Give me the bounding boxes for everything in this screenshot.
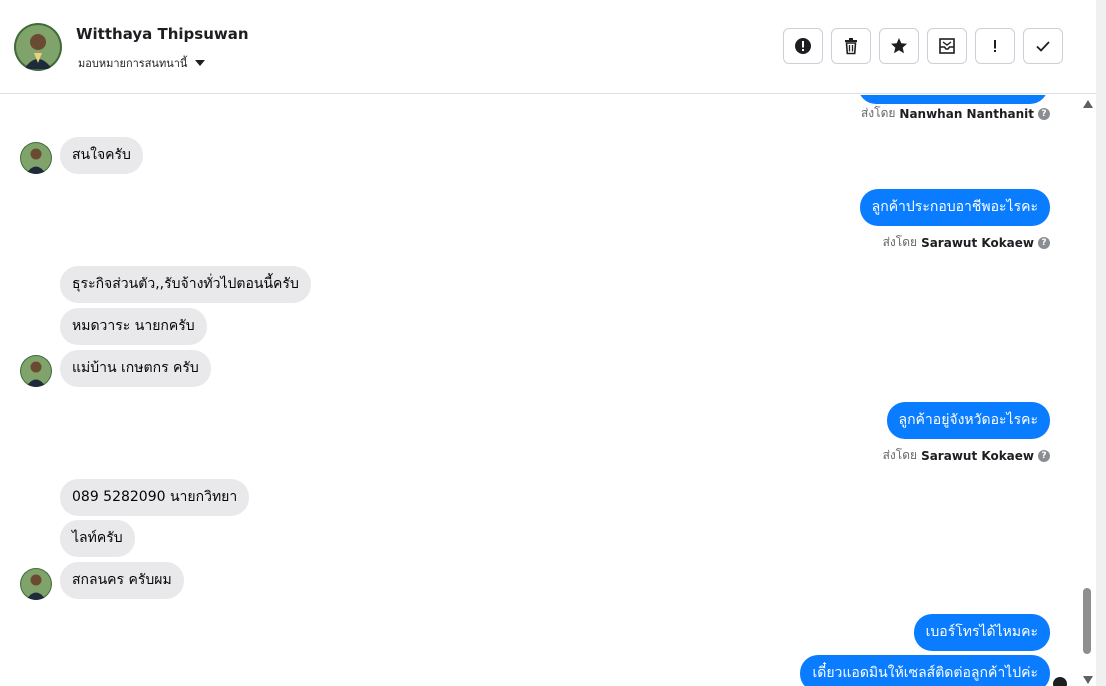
- header-actions: [783, 28, 1063, 64]
- message-row-outgoing: ลูกค้าอยู่จังหวัดอะไรคะ: [886, 402, 1050, 439]
- exclamation-icon: [994, 40, 996, 52]
- spam-icon: [795, 38, 811, 54]
- conversation-header: Witthaya Thipsuwan มอบหมายการสนทนานี้: [0, 0, 1096, 94]
- star-icon: [891, 38, 907, 54]
- contact-name[interactable]: Witthaya Thipsuwan: [76, 25, 249, 43]
- message-row-incoming: สนใจครับ: [60, 137, 143, 174]
- message-row-incoming: แม่บ้าน เกษตกร ครับ: [60, 350, 211, 387]
- help-icon[interactable]: ?: [1038, 107, 1050, 120]
- chevron-down-icon: [195, 60, 206, 66]
- contact-avatar-small: [20, 142, 52, 174]
- sender-name: Sarawut Kokaew: [921, 235, 1034, 250]
- message-bubble-incoming[interactable]: 089 5282090 นายกวิทยา: [60, 479, 250, 516]
- message-thread[interactable]: ส่งโดย Nanwhan Nanthanit ? สนใจครับ ลูกค…: [0, 95, 1080, 686]
- mark-done-button[interactable]: [1023, 28, 1063, 64]
- message-bubble-outgoing[interactable]: เดี๋ยวแอดมินให้เซลส์ติดต่อลูกค้าไปค่ะ: [800, 655, 1050, 686]
- delete-button[interactable]: [831, 28, 871, 64]
- checkmark-icon: [1036, 41, 1050, 52]
- contact-avatar-small: [20, 568, 52, 600]
- message-bubble-outgoing[interactable]: [858, 95, 1048, 104]
- message-bubble-incoming[interactable]: แม่บ้าน เกษตกร ครับ: [60, 350, 211, 387]
- message-row-outgoing: เบอร์โทรได้ไหมคะ: [913, 614, 1050, 651]
- message-row-outgoing: [858, 95, 1048, 104]
- message-row-outgoing: ลูกค้าประกอบอาชีพอะไรคะ: [859, 189, 1050, 226]
- message-bubble-outgoing[interactable]: เบอร์โทรได้ไหมคะ: [913, 614, 1050, 651]
- message-row-incoming: หมดวาระ นายกครับ: [60, 308, 207, 345]
- conversation-window: Witthaya Thipsuwan มอบหมายการสนทนานี้ ส่…: [0, 0, 1106, 686]
- message-bubble-outgoing[interactable]: ลูกค้าประกอบอาชีพอะไรคะ: [859, 189, 1050, 226]
- help-icon[interactable]: ?: [1038, 449, 1050, 462]
- sent-by-label: ส่งโดย Sarawut Kokaew ?: [883, 233, 1050, 252]
- assign-conversation-dropdown[interactable]: มอบหมายการสนทนานี้: [78, 54, 206, 72]
- contact-avatar[interactable]: [14, 23, 62, 71]
- sender-name: Nanwhan Nanthanit: [899, 106, 1034, 121]
- help-icon[interactable]: ?: [1038, 236, 1050, 249]
- message-bubble-incoming[interactable]: สนใจครับ: [60, 137, 143, 174]
- scrollbar-thumb[interactable]: [1083, 588, 1091, 654]
- trash-icon: [845, 38, 857, 55]
- message-bubble-outgoing[interactable]: ลูกค้าอยู่จังหวัดอะไรคะ: [886, 402, 1050, 439]
- sent-by-label: ส่งโดย Sarawut Kokaew ?: [883, 446, 1050, 465]
- window-edge: [1096, 0, 1106, 686]
- message-row-incoming: 089 5282090 นายกวิทยา: [60, 479, 250, 516]
- assign-label: มอบหมายการสนทนานี้: [78, 57, 188, 70]
- sent-by-label: ส่งโดย Nanwhan Nanthanit ?: [861, 104, 1050, 123]
- message-bubble-incoming[interactable]: ธุระกิจส่วนตัว,,รับจ้างทั่วไปตอนนี้ครับ: [60, 266, 311, 303]
- contact-avatar-small: [20, 355, 52, 387]
- mark-unread-button[interactable]: [927, 28, 967, 64]
- message-row-incoming: ไลท์ครับ: [60, 520, 135, 557]
- message-bubble-incoming[interactable]: ไลท์ครับ: [60, 520, 135, 557]
- message-row-incoming: ธุระกิจส่วนตัว,,รับจ้างทั่วไปตอนนี้ครับ: [60, 266, 311, 303]
- star-button[interactable]: [879, 28, 919, 64]
- message-row-incoming: สกลนคร ครับผม: [60, 562, 184, 599]
- spam-button[interactable]: [783, 28, 823, 64]
- sender-name: Sarawut Kokaew: [921, 448, 1034, 463]
- read-receipt-avatar-icon: [1053, 677, 1067, 686]
- message-row-outgoing: เดี๋ยวแอดมินให้เซลส์ติดต่อลูกค้าไปค่ะ: [800, 655, 1050, 686]
- message-bubble-incoming[interactable]: สกลนคร ครับผม: [60, 562, 184, 599]
- flag-important-button[interactable]: [975, 28, 1015, 64]
- scroll-down-arrow-icon[interactable]: [1083, 676, 1093, 684]
- scroll-up-arrow-icon[interactable]: [1083, 100, 1093, 108]
- message-bubble-incoming[interactable]: หมดวาระ นายกครับ: [60, 308, 207, 345]
- mark-unread-icon: [939, 38, 955, 54]
